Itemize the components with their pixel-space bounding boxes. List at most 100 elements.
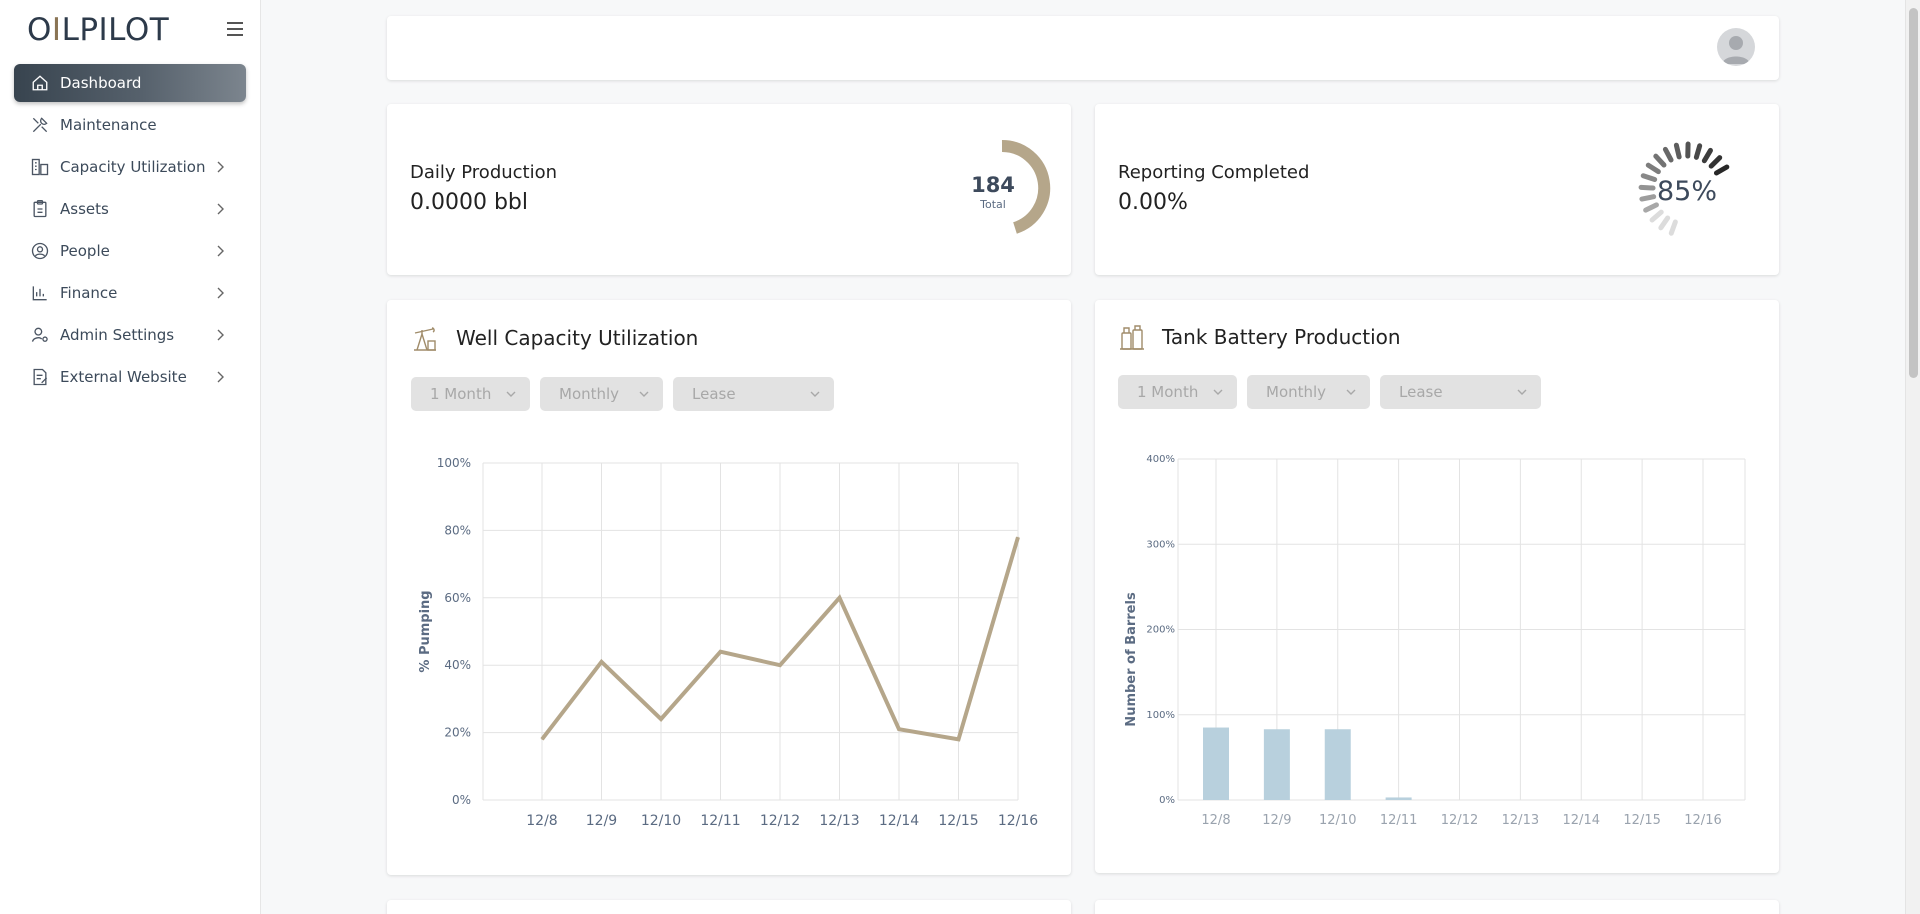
y-tick-label: 400% [1146,454,1175,465]
bar [1203,727,1229,800]
radial-gauge-tick [1653,153,1667,168]
top-bar [387,16,1779,80]
radial-gauge-tick [1673,142,1682,160]
period-dropdown[interactable]: 1 Month [1118,375,1237,409]
y-tick-label: 200% [1146,625,1175,636]
user-gear-icon [30,325,50,345]
data-point [779,664,781,666]
chevron-down-icon [810,391,820,397]
radial-gauge-tick [1693,143,1703,160]
sidebar-item-label: People [60,242,110,260]
radial-gauge-tick [1701,147,1713,164]
sidebar-item-label: External Website [60,368,187,386]
x-tick-label: 12/15 [1623,813,1660,828]
radial-gauge-tick [1645,162,1661,175]
sidebar-item-people[interactable]: People [14,232,246,270]
home-icon [30,73,50,93]
x-tick-label: 12/10 [641,813,681,829]
tank-battery-card: Tank Battery Production 1 Month Monthly … [1095,300,1779,873]
chevron-down-icon [639,391,649,397]
sidebar-item-external-website[interactable]: External Website [14,358,246,396]
period-dropdown[interactable]: 1 Month [411,377,530,411]
page-scrollbar[interactable] [1905,0,1920,914]
sidebar-item-admin-settings[interactable]: Admin Settings [14,316,246,354]
y-tick-label: 0% [1159,795,1175,806]
oilpilot-logo[interactable]: OӀLPILOT [27,12,169,48]
chevron-right-icon [217,287,224,299]
document-edit-icon [30,367,50,387]
radial-gauge-tick [1638,184,1656,191]
pumpjack-icon [414,327,436,351]
lease-dropdown[interactable]: Lease [1380,375,1541,409]
sidebar-item-label: Assets [60,200,109,218]
bar [1263,729,1290,800]
sidebar-item-dashboard[interactable]: Dashboard [14,64,246,102]
y-tick-label: 0% [452,793,471,807]
clipboard-icon [30,199,50,219]
well-capacity-line-chart: 0% 20% 40% 60% 80% 100% 12/8 12/9 12/10 12/11 12/1… [418,456,1038,829]
sidebar-item-label: Dashboard [60,74,142,92]
radial-gauge-tick [1658,215,1671,231]
sidebar-nav: Dashboard Maintenance Capacity Utilizati… [14,64,246,400]
total-gauge: 184 Total [971,139,1051,234]
x-tick-label: 12/11 [700,813,740,829]
sidebar: OӀLPILOT Dashboard Maintenance Capacity … [0,0,261,914]
x-tick-label: 12/9 [586,813,617,829]
derrick-icon: Ӏ [51,12,62,48]
radial-gauge-tick [1668,219,1678,236]
x-tick-label: 12/12 [1441,813,1478,828]
data-point [601,661,602,663]
y-axis-label: % Pumping [418,590,433,672]
chevron-down-icon [1517,389,1527,395]
x-tick-label: 12/8 [526,813,557,829]
x-tick-label: 12/11 [1380,813,1417,828]
reporting-completed-value: 0.00% [1118,190,1188,215]
frequency-dropdown[interactable]: Monthly [1247,375,1370,409]
x-tick-label: 12/14 [879,813,919,829]
reporting-completed-card: Reporting Completed 0.00% 85% [1095,104,1779,275]
sidebar-item-capacity-utilization[interactable]: Capacity Utilization [14,148,246,186]
reporting-radial-gauge: 85% [1638,141,1730,236]
y-tick-label: 80% [444,523,471,537]
frequency-dropdown[interactable]: Monthly [540,377,663,411]
sidebar-item-assets[interactable]: Assets [14,190,246,228]
y-axis-label: Number of Barrels [1124,592,1139,727]
reporting-completed-label: Reporting Completed [1118,162,1310,183]
sidebar-item-finance[interactable]: Finance [14,274,246,312]
chevron-right-icon [217,161,224,173]
chevron-right-icon [217,203,224,215]
user-circle-icon [30,241,50,261]
sidebar-item-label: Maintenance [60,116,157,134]
daily-production-card: Daily Production 0.0000 bbl 184 Total [387,104,1071,275]
y-tick-label: 100% [437,456,471,470]
user-avatar[interactable] [1717,28,1755,66]
x-tick-label: 12/16 [1684,813,1721,828]
data-point [898,728,900,730]
well-capacity-card: Well Capacity Utilization 1 Month Monthl… [387,300,1071,875]
radial-gauge-tick [1649,209,1664,223]
x-tick-label: 12/13 [819,813,859,829]
x-tick-label: 12/16 [998,813,1038,829]
y-tick-label: 100% [1146,710,1175,721]
radial-gauge-tick [1640,173,1658,182]
y-tick-label: 40% [444,658,471,672]
total-gauge-value: 184 [971,173,1015,197]
x-tick-label: 12/12 [760,813,800,829]
chevron-right-icon [217,371,224,383]
tank-battery-bar-chart: 0% 100% 200% 300% 400% 12/8 12/9 12/10 12/11 12/1… [1124,454,1746,828]
sidebar-item-maintenance[interactable]: Maintenance [14,106,246,144]
x-tick-label: 12/8 [1201,813,1230,828]
total-gauge-caption: Total [979,198,1006,211]
chevron-right-icon [217,329,224,341]
y-tick-label: 300% [1146,539,1175,550]
data-point [1017,536,1019,538]
chevron-down-icon [506,391,516,397]
data-point [720,651,721,653]
lease-dropdown[interactable]: Lease [673,377,834,411]
x-tick-label: 12/10 [1319,813,1356,828]
scrollbar-thumb[interactable] [1909,8,1918,378]
menu-toggle-icon[interactable] [227,22,243,36]
tools-icon [30,115,50,135]
well-capacity-title: Well Capacity Utilization [456,326,699,350]
tank-battery-title: Tank Battery Production [1162,325,1401,349]
